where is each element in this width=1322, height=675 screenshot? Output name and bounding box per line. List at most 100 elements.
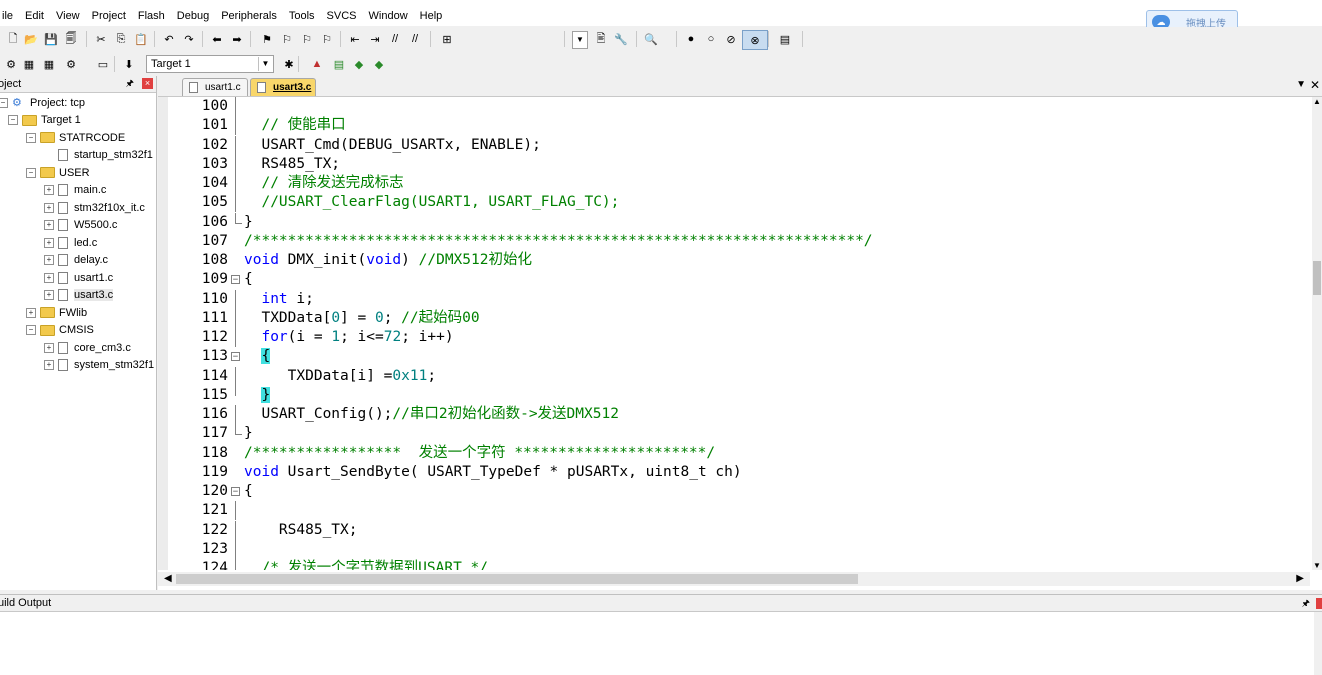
code-line[interactable]: 121	[158, 501, 1308, 521]
code-line[interactable]: 117}	[158, 424, 1308, 443]
comment-icon[interactable]: //	[386, 30, 404, 48]
fold-collapse-icon[interactable]: −	[231, 275, 240, 285]
code-line[interactable]: 109−{	[158, 270, 1308, 289]
breakpoint-clear-icon[interactable]: ⊘	[722, 30, 740, 48]
select-packs-icon[interactable]: ◆	[350, 55, 368, 73]
tree-file[interactable]: + delay.c	[44, 252, 108, 269]
collapse-icon[interactable]: −	[26, 325, 36, 335]
fold-collapse-icon[interactable]: −	[231, 487, 240, 497]
tree-file[interactable]: startup_stm32f1	[44, 147, 153, 164]
save-icon[interactable]: 💾	[42, 30, 60, 48]
tree-file[interactable]: + core_cm3.c	[44, 339, 131, 356]
code-line[interactable]: 113− {	[158, 347, 1308, 366]
copy-icon[interactable]: ⎘	[112, 30, 130, 48]
tree-file[interactable]: + main.c	[44, 182, 106, 199]
find-combo-dropdown[interactable]: ▼	[572, 31, 588, 49]
close-tab-icon[interactable]: ✕	[1310, 78, 1320, 92]
undo-icon[interactable]: ↶	[160, 30, 178, 48]
options-icon[interactable]: ✱	[280, 55, 298, 73]
replace-icon[interactable]: 🖹	[592, 30, 610, 48]
collapse-icon[interactable]: −	[0, 97, 8, 108]
menu-ile[interactable]: ile	[0, 6, 19, 26]
scroll-thumb[interactable]	[176, 574, 858, 584]
code-line[interactable]: 106}	[158, 212, 1308, 232]
tree-folder[interactable]: − Target 1	[8, 112, 81, 129]
download-icon[interactable]: ⬇	[120, 55, 138, 73]
next-bookmark-icon[interactable]: ⚐	[298, 30, 316, 48]
menu-debug[interactable]: Debug	[171, 6, 215, 26]
manage-components-icon[interactable]: ▲	[308, 55, 326, 73]
code-line[interactable]: 108 void DMX_init(void) //DMX512初始化	[158, 251, 1308, 270]
cut-icon[interactable]: ✂	[92, 30, 110, 48]
tree-folder[interactable]: − CMSIS	[26, 322, 94, 339]
code-line[interactable]: 112 for(i = 1; i<=72; i++)	[158, 328, 1308, 347]
tab-usart1-c[interactable]: usart1.c	[182, 78, 248, 96]
code-line[interactable]: 101 // 使能串口	[158, 116, 1308, 136]
code-line[interactable]: 115 }	[158, 385, 1308, 405]
tree-folder[interactable]: − STATRCODE	[26, 129, 125, 146]
scroll-up-icon[interactable]: ▲	[1312, 97, 1322, 106]
tree-file[interactable]: + stm32f10x_it.c	[44, 199, 145, 216]
expand-icon[interactable]: +	[44, 255, 54, 265]
editor-vscrollbar[interactable]: ▲ ▼	[1312, 97, 1322, 570]
menu-tools[interactable]: Tools	[283, 6, 321, 26]
scroll-thumb[interactable]	[1313, 261, 1321, 295]
find-in-files-icon[interactable]: ⊞	[438, 30, 456, 48]
save-all-icon[interactable]: 🗐	[62, 30, 80, 48]
config-icon[interactable]: ▤	[776, 30, 794, 48]
close-icon[interactable]: ×	[142, 78, 153, 89]
menu-edit[interactable]: Edit	[19, 6, 50, 26]
code-line[interactable]: 100	[158, 97, 1308, 116]
breakpoint-kill-icon[interactable]: ○	[702, 30, 720, 48]
expand-icon[interactable]: +	[26, 307, 36, 318]
indent-icon[interactable]: ⇤	[346, 30, 364, 48]
expand-icon[interactable]: +	[44, 272, 54, 283]
open-icon[interactable]: 📂	[22, 30, 40, 48]
fold-collapse-icon[interactable]: −	[231, 352, 240, 362]
code-line[interactable]: 107 /************************************…	[158, 232, 1308, 251]
window-layout-icon[interactable]: ⊗	[742, 30, 768, 50]
menu-window[interactable]: Window	[363, 6, 414, 26]
scroll-right-icon[interactable]: ▶	[1296, 572, 1304, 586]
code-line[interactable]: 118 /***************** 发送一个字符 ***********…	[158, 444, 1308, 463]
collapse-icon[interactable]: −	[8, 115, 18, 125]
unindent-icon[interactable]: ⇥	[366, 30, 384, 48]
code-area[interactable]: 100 101 // 使能串口 102 USART_Cmd(DEBUG_USARTx…	[158, 97, 1310, 570]
batch-build-icon[interactable]: ⚙	[62, 55, 80, 73]
code-line[interactable]: 114 TXDData[i] =0x11;	[158, 366, 1308, 386]
redo-icon[interactable]: ↷	[180, 30, 198, 48]
prev-bookmark-icon[interactable]: ⚐	[278, 30, 296, 48]
expand-icon[interactable]: +	[44, 237, 54, 248]
code-line[interactable]: 116 USART_Config();//串口2初始化函数->发送DMX512	[158, 405, 1308, 424]
tree-folder[interactable]: − USER	[26, 164, 90, 181]
breakpoint-icon[interactable]: 🔍	[642, 30, 660, 48]
output-vscrollbar[interactable]	[1314, 612, 1322, 675]
clear-bookmarks-icon[interactable]: ⚐	[318, 30, 336, 48]
tree-file[interactable]: + usart3.c	[44, 287, 114, 304]
code-line[interactable]: 123	[158, 539, 1308, 559]
tab-usart3-c[interactable]: usart3.c	[250, 78, 316, 96]
close-icon[interactable]	[1316, 598, 1322, 609]
collapse-icon[interactable]: −	[26, 132, 36, 143]
menu-help[interactable]: Help	[414, 6, 449, 26]
expand-icon[interactable]: +	[44, 290, 54, 300]
nav-back-icon[interactable]: ⬅	[208, 30, 226, 48]
code-line[interactable]: 111 TXDData[0] = 0; //起始码00	[158, 308, 1308, 328]
code-line[interactable]: 119 void Usart_SendByte( USART_TypeDef * …	[158, 463, 1308, 482]
code-line[interactable]: 122 RS485_TX;	[158, 520, 1308, 540]
build-icon[interactable]: ▦	[20, 55, 38, 73]
stop-build-icon[interactable]: ▭	[94, 55, 112, 73]
target-select[interactable]: Target 1 ▼	[146, 55, 274, 73]
tree-project[interactable]: − ⚙ Project: tcp	[0, 94, 85, 111]
code-line[interactable]: 120−{	[158, 482, 1308, 501]
expand-icon[interactable]: +	[44, 202, 54, 213]
pin-icon[interactable]: 🖈	[1302, 595, 1310, 611]
code-line[interactable]: 102 USART_Cmd(DEBUG_USARTx, ENABLE);	[158, 135, 1308, 155]
rebuild-icon[interactable]: ▦	[40, 55, 58, 73]
translate-icon[interactable]: ⚙	[2, 55, 20, 73]
code-line[interactable]: 124 /* 发送一个字节数据到USART */	[158, 559, 1308, 570]
scroll-down-icon[interactable]: ▼	[1312, 561, 1322, 570]
menu-svcs[interactable]: SVCS	[321, 6, 363, 26]
debug-start-icon[interactable]: 🔧	[612, 30, 630, 48]
editor-hscrollbar[interactable]: ◀ ▶	[158, 572, 1310, 586]
